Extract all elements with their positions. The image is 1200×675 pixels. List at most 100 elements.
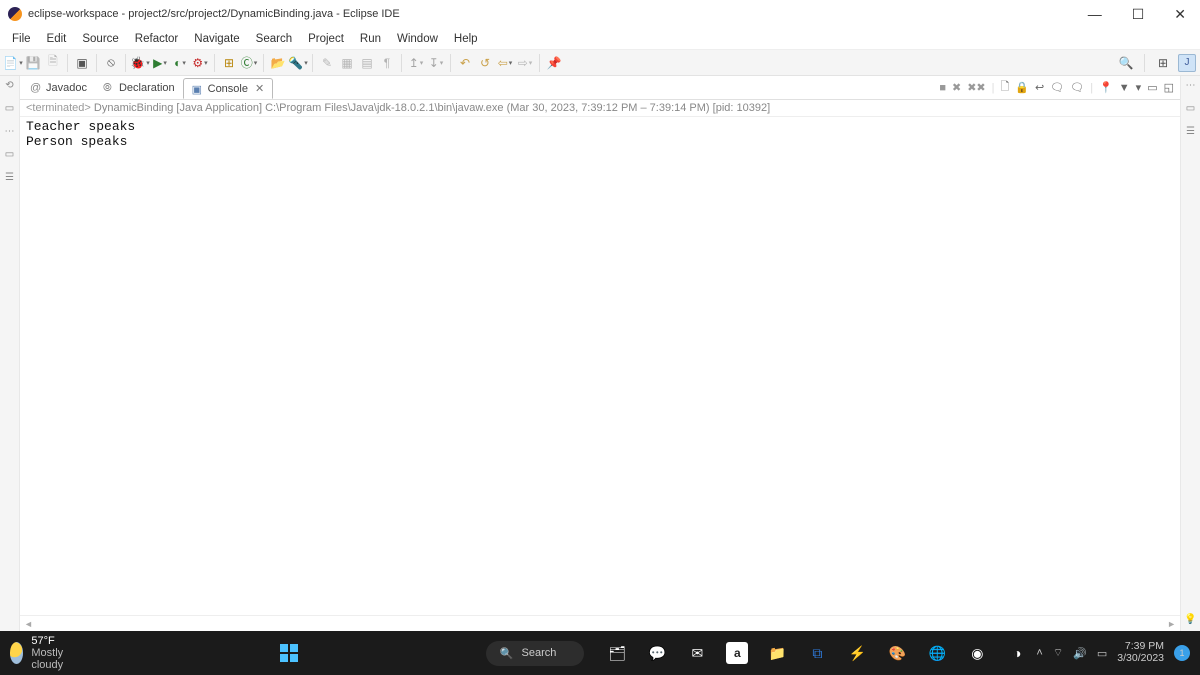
show-stderr-icon[interactable]: 🗨 [1070,81,1084,94]
menu-bar: File Edit Source Refactor Navigate Searc… [0,28,1200,50]
open-console-icon[interactable]: ▾ [1136,81,1142,94]
console-output[interactable]: Teacher speaks Person speaks [20,117,1180,615]
tab-javadoc-label: Javadoc [46,82,87,94]
hierarchy-icon[interactable]: ☰ [5,172,14,183]
remove-all-icon[interactable]: ✖✖ [967,81,985,94]
last-edit-icon[interactable]: ↶ [456,54,474,72]
task-view-icon[interactable]: 🗂 [606,642,628,664]
right-trim: ⋯ ▭ ☰ 💡 [1180,76,1200,631]
remove-launch-icon[interactable]: ✖ [952,81,961,94]
show-whitespace-icon[interactable]: ▤ [358,54,376,72]
app-icon-1[interactable]: ⚡ [846,642,868,664]
scroll-left-icon[interactable]: ◄ [24,619,33,629]
chat-icon[interactable]: 💬 [646,642,668,664]
block-select-icon[interactable]: ▦ [338,54,356,72]
menu-refactor[interactable]: Refactor [127,31,186,47]
open-type-icon[interactable]: 📂 [269,54,287,72]
eclipse-taskbar-icon[interactable]: ◑ [1006,642,1028,664]
forward-icon[interactable]: ⇨ [516,54,534,72]
open-perspective-icon[interactable]: ⊞ [1154,54,1172,72]
volume-icon[interactable]: 🔊 [1073,647,1087,660]
back-history-icon[interactable]: ↺ [476,54,494,72]
clear-console-icon[interactable]: 🗋 [1000,78,1009,97]
console-view: @ Javadoc ⦾ Declaration ▣ Console ✕ ■ ✖ … [20,76,1180,631]
bulb-icon[interactable]: 💡 [1184,614,1196,625]
scroll-lock-icon[interactable]: 🔒 [1015,81,1029,94]
task-list-icon[interactable]: ▭ [1186,103,1195,114]
mail-icon[interactable]: ✉ [686,642,708,664]
back-icon[interactable]: ⇦ [496,54,514,72]
menu-run[interactable]: Run [352,31,389,47]
close-button[interactable]: ✕ [1168,4,1192,25]
menu-window[interactable]: Window [389,31,446,47]
app-icon-2[interactable]: 🎨 [886,642,908,664]
skip-breakpoints-icon[interactable]: ⦸ [102,54,120,72]
menu-project[interactable]: Project [300,31,352,47]
pin-console-icon[interactable]: 📍 [1099,81,1113,94]
tab-console[interactable]: ▣ Console ✕ [183,78,274,99]
coverage-icon[interactable]: ◐ [171,54,189,72]
tab-close-icon[interactable]: ✕ [255,82,264,95]
javadoc-icon: @ [30,82,42,94]
annotation-next-icon[interactable]: ↧ [427,54,445,72]
restore-right-icon[interactable]: ⋯ [1186,80,1196,91]
edge-icon[interactable]: 🌐 [926,642,948,664]
pin-icon[interactable]: 📌 [545,54,563,72]
quick-access-icon[interactable]: 🔍 [1117,54,1135,72]
taskbar-search[interactable]: 🔍 Search [486,641,585,666]
menu-help[interactable]: Help [446,31,486,47]
annotation-prev-icon[interactable]: ↥ [407,54,425,72]
tab-declaration[interactable]: ⦾ Declaration [95,79,183,97]
external-tools-icon[interactable]: ⚙ [191,54,209,72]
pilcrow-icon[interactable]: ¶ [378,54,396,72]
max-view-icon[interactable]: ◱ [1164,81,1174,94]
weather-temp: 57°F [31,635,71,647]
tab-javadoc[interactable]: @ Javadoc [22,79,95,97]
debug-icon[interactable]: 🐞 [131,54,149,72]
save-icon[interactable]: 💾 [24,54,42,72]
notifications-icon[interactable]: 1 [1174,645,1190,661]
minimize-stack-icon[interactable]: ⋯ [5,126,15,137]
word-wrap-icon[interactable]: ↩ [1035,81,1044,94]
tab-console-label: Console [208,83,248,95]
menu-source[interactable]: Source [74,31,126,47]
explorer-icon[interactable]: 📁 [766,642,788,664]
outline-right-icon[interactable]: ☰ [1186,126,1195,137]
amazon-icon[interactable]: a [726,642,748,664]
start-button[interactable] [280,644,298,662]
menu-edit[interactable]: Edit [39,31,75,47]
taskbar-weather[interactable]: 57°F Mostly cloudy [10,635,72,671]
minimize-button[interactable]: — [1082,4,1108,24]
save-all-icon[interactable]: 🗎 [44,54,62,72]
menu-navigate[interactable]: Navigate [186,31,247,47]
chrome-icon[interactable]: ◉ [966,642,988,664]
wifi-icon[interactable]: ⌔ [1053,646,1063,660]
search-icon[interactable]: 🔦 [289,54,307,72]
maximize-button[interactable]: ☐ [1126,4,1151,25]
tab-declaration-label: Declaration [119,82,175,94]
restore-view-icon[interactable]: ⟲ [5,80,13,91]
min-view-icon[interactable]: ▭ [1147,81,1157,94]
weather-cond: Mostly cloudy [31,647,71,671]
new-package-icon[interactable]: ⊞ [220,54,238,72]
scroll-right-icon[interactable]: ► [1167,619,1176,629]
clock[interactable]: 7:39 PM 3/30/2023 [1117,641,1164,664]
horizontal-scrollbar[interactable]: ◄ ► [20,615,1180,631]
new-icon[interactable]: 📄 [4,54,22,72]
terminal-icon[interactable]: ▣ [73,54,91,72]
display-selected-icon[interactable]: ▼ [1119,82,1130,94]
dropbox-icon[interactable]: ⧉ [806,642,828,664]
new-class-icon[interactable]: Ⓒ [240,54,258,72]
package-explorer-icon[interactable]: ▭ [5,103,14,114]
java-perspective-icon[interactable]: J [1178,54,1196,72]
run-icon[interactable]: ▶ [151,54,169,72]
work-area: ⟲ ▭ ⋯ ▭ ☰ @ Javadoc ⦾ Declaration ▣ Cons… [0,76,1200,631]
show-console-icon[interactable]: 🗨 [1050,81,1064,94]
toggle-mark-icon[interactable]: ✎ [318,54,336,72]
menu-file[interactable]: File [4,31,39,47]
terminate-icon[interactable]: ■ [939,82,946,94]
battery-icon[interactable]: ▭ [1097,647,1107,660]
tray-chevron-icon[interactable]: ˄ [1036,647,1042,659]
menu-search[interactable]: Search [248,31,300,47]
outline-icon[interactable]: ▭ [5,149,14,160]
